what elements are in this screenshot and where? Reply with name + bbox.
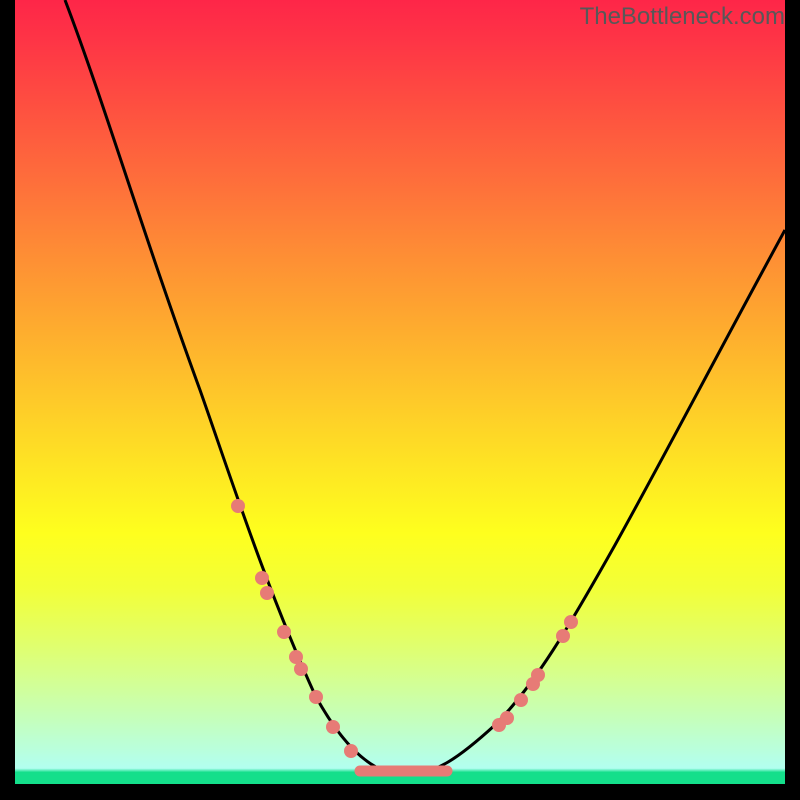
highlight-dot	[556, 629, 570, 643]
watermark-text: TheBottleneck.com	[580, 3, 785, 31]
highlight-dot	[500, 711, 514, 725]
highlight-dot	[564, 615, 578, 629]
highlight-dot	[255, 571, 269, 585]
highlight-dot	[277, 625, 291, 639]
bottleneck-chart: TheBottleneck.com	[0, 0, 800, 800]
highlight-dot	[531, 668, 545, 682]
chart-svg	[15, 0, 785, 784]
highlight-dot	[514, 693, 528, 707]
highlight-dot	[294, 662, 308, 676]
highlight-dot	[231, 499, 245, 513]
highlight-dot	[260, 586, 274, 600]
highlight-dot	[326, 720, 340, 734]
highlight-dot	[289, 650, 303, 664]
highlight-dot	[344, 744, 358, 758]
highlight-dot	[309, 690, 323, 704]
bottleneck-curve	[65, 0, 785, 775]
plot-area	[15, 0, 785, 784]
